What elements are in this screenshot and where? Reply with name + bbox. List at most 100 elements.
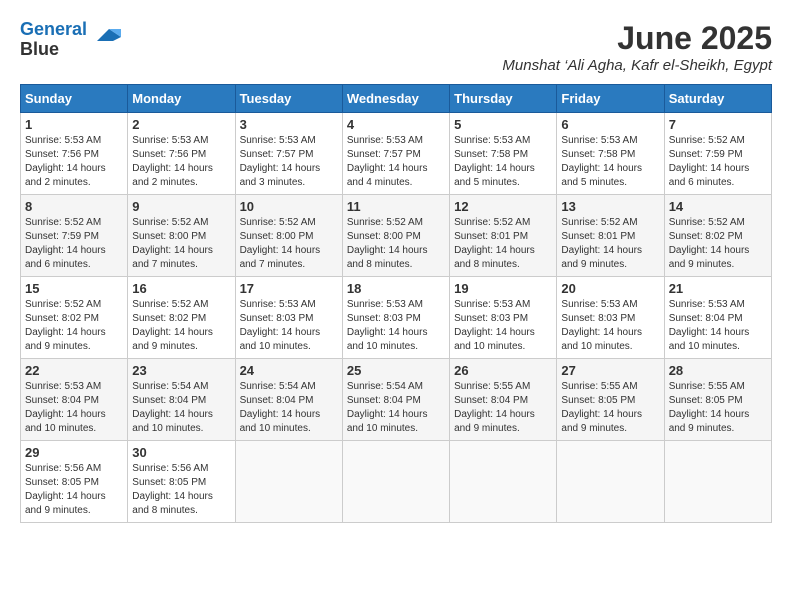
day-info: Sunrise: 5:53 AMSunset: 8:04 PMDaylight:… xyxy=(669,298,767,354)
day-info: Sunrise: 5:53 AMSunset: 8:03 PMDaylight:… xyxy=(240,298,338,354)
day-info: Sunrise: 5:53 AMSunset: 7:56 PMDaylight:… xyxy=(132,134,230,190)
day-number: 26 xyxy=(454,363,552,378)
day-number: 20 xyxy=(561,281,659,296)
title-section: June 2025 Munshat ‘Ali Agha, Kafr el-She… xyxy=(502,20,772,74)
calendar-cell: 12 Sunrise: 5:52 AMSunset: 8:01 PMDaylig… xyxy=(450,195,557,277)
day-info: Sunrise: 5:52 AMSunset: 8:01 PMDaylight:… xyxy=(561,216,659,272)
calendar-cell xyxy=(557,441,664,523)
calendar-cell: 22 Sunrise: 5:53 AMSunset: 8:04 PMDaylig… xyxy=(21,359,128,441)
day-info: Sunrise: 5:54 AMSunset: 8:04 PMDaylight:… xyxy=(347,380,445,436)
day-number: 17 xyxy=(240,281,338,296)
calendar-cell: 6 Sunrise: 5:53 AMSunset: 7:58 PMDayligh… xyxy=(557,113,664,195)
location-title: Munshat ‘Ali Agha, Kafr el-Sheikh, Egypt xyxy=(502,57,772,74)
day-info: Sunrise: 5:52 AMSunset: 7:59 PMDaylight:… xyxy=(669,134,767,190)
calendar-cell: 25 Sunrise: 5:54 AMSunset: 8:04 PMDaylig… xyxy=(342,359,449,441)
day-info: Sunrise: 5:52 AMSunset: 7:59 PMDaylight:… xyxy=(25,216,123,272)
day-number: 13 xyxy=(561,199,659,214)
day-number: 2 xyxy=(132,117,230,132)
weekday-header-friday: Friday xyxy=(557,85,664,113)
day-number: 28 xyxy=(669,363,767,378)
calendar-cell: 16 Sunrise: 5:52 AMSunset: 8:02 PMDaylig… xyxy=(128,277,235,359)
day-number: 19 xyxy=(454,281,552,296)
calendar-cell: 21 Sunrise: 5:53 AMSunset: 8:04 PMDaylig… xyxy=(664,277,771,359)
calendar-cell: 20 Sunrise: 5:53 AMSunset: 8:03 PMDaylig… xyxy=(557,277,664,359)
calendar-cell: 4 Sunrise: 5:53 AMSunset: 7:57 PMDayligh… xyxy=(342,113,449,195)
day-info: Sunrise: 5:52 AMSunset: 8:02 PMDaylight:… xyxy=(669,216,767,272)
weekday-header-monday: Monday xyxy=(128,85,235,113)
day-info: Sunrise: 5:52 AMSunset: 8:00 PMDaylight:… xyxy=(240,216,338,272)
calendar-cell: 15 Sunrise: 5:52 AMSunset: 8:02 PMDaylig… xyxy=(21,277,128,359)
day-number: 24 xyxy=(240,363,338,378)
day-info: Sunrise: 5:54 AMSunset: 8:04 PMDaylight:… xyxy=(132,380,230,436)
day-number: 10 xyxy=(240,199,338,214)
day-info: Sunrise: 5:53 AMSunset: 8:03 PMDaylight:… xyxy=(454,298,552,354)
calendar-cell: 9 Sunrise: 5:52 AMSunset: 8:00 PMDayligh… xyxy=(128,195,235,277)
calendar-cell: 14 Sunrise: 5:52 AMSunset: 8:02 PMDaylig… xyxy=(664,195,771,277)
calendar-cell xyxy=(235,441,342,523)
day-info: Sunrise: 5:55 AMSunset: 8:04 PMDaylight:… xyxy=(454,380,552,436)
day-number: 5 xyxy=(454,117,552,132)
day-info: Sunrise: 5:55 AMSunset: 8:05 PMDaylight:… xyxy=(669,380,767,436)
calendar-cell: 1 Sunrise: 5:53 AMSunset: 7:56 PMDayligh… xyxy=(21,113,128,195)
day-number: 12 xyxy=(454,199,552,214)
day-info: Sunrise: 5:53 AMSunset: 8:03 PMDaylight:… xyxy=(561,298,659,354)
day-number: 8 xyxy=(25,199,123,214)
logo-text: GeneralBlue xyxy=(20,20,87,60)
calendar-cell: 10 Sunrise: 5:52 AMSunset: 8:00 PMDaylig… xyxy=(235,195,342,277)
calendar-cell: 24 Sunrise: 5:54 AMSunset: 8:04 PMDaylig… xyxy=(235,359,342,441)
logo-icon xyxy=(89,25,121,45)
day-number: 23 xyxy=(132,363,230,378)
day-info: Sunrise: 5:53 AMSunset: 7:56 PMDaylight:… xyxy=(25,134,123,190)
day-number: 4 xyxy=(347,117,445,132)
calendar-cell: 26 Sunrise: 5:55 AMSunset: 8:04 PMDaylig… xyxy=(450,359,557,441)
day-info: Sunrise: 5:52 AMSunset: 8:01 PMDaylight:… xyxy=(454,216,552,272)
calendar-cell: 18 Sunrise: 5:53 AMSunset: 8:03 PMDaylig… xyxy=(342,277,449,359)
calendar-cell: 7 Sunrise: 5:52 AMSunset: 7:59 PMDayligh… xyxy=(664,113,771,195)
day-number: 16 xyxy=(132,281,230,296)
calendar-cell xyxy=(450,441,557,523)
day-info: Sunrise: 5:56 AMSunset: 8:05 PMDaylight:… xyxy=(25,462,123,518)
day-number: 30 xyxy=(132,445,230,460)
day-number: 18 xyxy=(347,281,445,296)
weekday-header-sunday: Sunday xyxy=(21,85,128,113)
calendar-cell: 30 Sunrise: 5:56 AMSunset: 8:05 PMDaylig… xyxy=(128,441,235,523)
weekday-header-wednesday: Wednesday xyxy=(342,85,449,113)
day-info: Sunrise: 5:52 AMSunset: 8:02 PMDaylight:… xyxy=(132,298,230,354)
weekday-header-saturday: Saturday xyxy=(664,85,771,113)
day-info: Sunrise: 5:55 AMSunset: 8:05 PMDaylight:… xyxy=(561,380,659,436)
calendar-cell: 29 Sunrise: 5:56 AMSunset: 8:05 PMDaylig… xyxy=(21,441,128,523)
calendar-cell: 19 Sunrise: 5:53 AMSunset: 8:03 PMDaylig… xyxy=(450,277,557,359)
calendar-cell xyxy=(664,441,771,523)
calendar-cell: 3 Sunrise: 5:53 AMSunset: 7:57 PMDayligh… xyxy=(235,113,342,195)
calendar-cell: 23 Sunrise: 5:54 AMSunset: 8:04 PMDaylig… xyxy=(128,359,235,441)
calendar-cell: 5 Sunrise: 5:53 AMSunset: 7:58 PMDayligh… xyxy=(450,113,557,195)
day-info: Sunrise: 5:53 AMSunset: 8:04 PMDaylight:… xyxy=(25,380,123,436)
weekday-header-tuesday: Tuesday xyxy=(235,85,342,113)
calendar-cell: 13 Sunrise: 5:52 AMSunset: 8:01 PMDaylig… xyxy=(557,195,664,277)
day-number: 27 xyxy=(561,363,659,378)
day-number: 1 xyxy=(25,117,123,132)
day-info: Sunrise: 5:54 AMSunset: 8:04 PMDaylight:… xyxy=(240,380,338,436)
day-number: 7 xyxy=(669,117,767,132)
day-number: 9 xyxy=(132,199,230,214)
day-number: 22 xyxy=(25,363,123,378)
calendar-cell: 8 Sunrise: 5:52 AMSunset: 7:59 PMDayligh… xyxy=(21,195,128,277)
day-number: 6 xyxy=(561,117,659,132)
day-info: Sunrise: 5:53 AMSunset: 8:03 PMDaylight:… xyxy=(347,298,445,354)
day-number: 15 xyxy=(25,281,123,296)
month-title: June 2025 xyxy=(502,20,772,57)
day-info: Sunrise: 5:52 AMSunset: 8:00 PMDaylight:… xyxy=(132,216,230,272)
header: GeneralBlue June 2025 Munshat ‘Ali Agha,… xyxy=(20,20,772,74)
calendar-cell: 27 Sunrise: 5:55 AMSunset: 8:05 PMDaylig… xyxy=(557,359,664,441)
day-info: Sunrise: 5:53 AMSunset: 7:57 PMDaylight:… xyxy=(240,134,338,190)
day-number: 3 xyxy=(240,117,338,132)
calendar: SundayMondayTuesdayWednesdayThursdayFrid… xyxy=(20,84,772,523)
day-info: Sunrise: 5:52 AMSunset: 8:00 PMDaylight:… xyxy=(347,216,445,272)
day-info: Sunrise: 5:53 AMSunset: 7:57 PMDaylight:… xyxy=(347,134,445,190)
day-info: Sunrise: 5:52 AMSunset: 8:02 PMDaylight:… xyxy=(25,298,123,354)
day-number: 11 xyxy=(347,199,445,214)
logo: GeneralBlue xyxy=(20,20,121,60)
calendar-cell: 2 Sunrise: 5:53 AMSunset: 7:56 PMDayligh… xyxy=(128,113,235,195)
day-number: 21 xyxy=(669,281,767,296)
day-info: Sunrise: 5:53 AMSunset: 7:58 PMDaylight:… xyxy=(561,134,659,190)
